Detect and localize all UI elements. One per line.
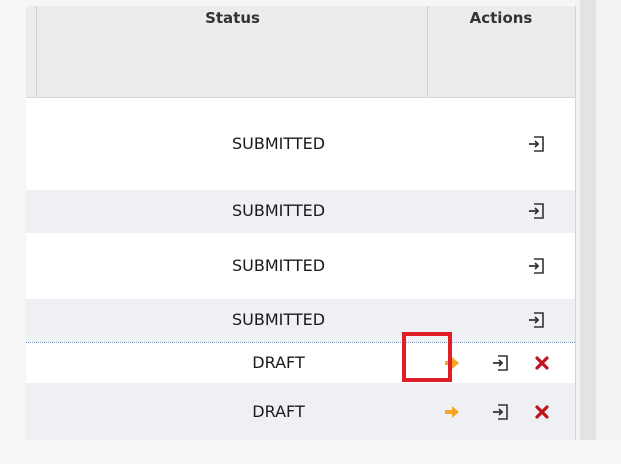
open-document-icon[interactable] xyxy=(491,353,511,373)
open-document-icon[interactable] xyxy=(491,402,511,422)
records-table: Status Actions SUBMITTED SUBMITTED SUBMI… xyxy=(26,6,576,440)
table-row: SUBMITTED xyxy=(26,299,575,342)
table-row: DRAFT xyxy=(26,342,575,384)
table-row: SUBMITTED xyxy=(26,190,575,233)
open-document-icon[interactable] xyxy=(527,256,547,276)
open-document-icon[interactable] xyxy=(527,134,547,154)
status-cell: DRAFT xyxy=(252,402,305,421)
table-header: Status Actions xyxy=(26,6,575,98)
status-cell: SUBMITTED xyxy=(231,134,326,153)
page-footer-band xyxy=(0,440,621,464)
highlight-box xyxy=(402,332,452,382)
table-row: SUBMITTED xyxy=(26,98,575,190)
open-document-icon[interactable] xyxy=(527,310,547,330)
column-header-actions: Actions xyxy=(469,9,533,27)
status-cell: SUBMITTED xyxy=(231,201,326,220)
delete-x-icon[interactable] xyxy=(532,353,552,373)
status-cell: SUBMITTED xyxy=(231,256,326,275)
arrow-right-icon[interactable] xyxy=(442,402,462,422)
scrollbar-track[interactable] xyxy=(580,0,596,464)
status-cell: SUBMITTED xyxy=(231,310,326,329)
delete-x-icon[interactable] xyxy=(532,402,552,422)
column-divider xyxy=(36,6,37,97)
column-header-status[interactable]: Status xyxy=(38,9,427,27)
table-row: DRAFT xyxy=(26,383,575,440)
status-cell: DRAFT xyxy=(252,353,305,372)
open-document-icon[interactable] xyxy=(527,201,547,221)
table-row: SUBMITTED xyxy=(26,233,575,299)
